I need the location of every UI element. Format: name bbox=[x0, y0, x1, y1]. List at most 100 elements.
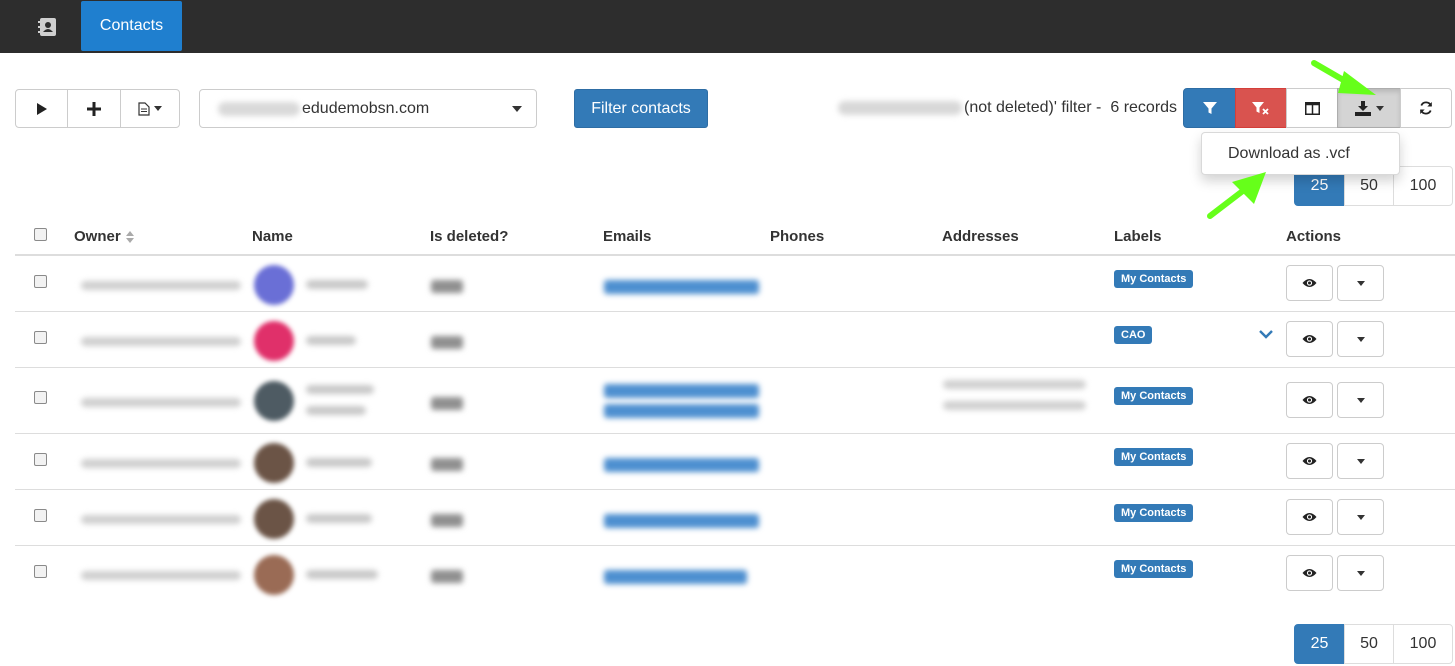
avatar bbox=[254, 499, 294, 539]
avatar bbox=[254, 381, 294, 421]
header-name: Name bbox=[252, 228, 293, 245]
blurred-deleted-badge bbox=[431, 458, 463, 471]
header-is-deleted: Is deleted? bbox=[430, 228, 509, 245]
label-badge: My Contacts bbox=[1114, 387, 1194, 405]
tab-contacts[interactable]: Contacts bbox=[81, 1, 182, 51]
refresh-icon bbox=[1420, 101, 1432, 115]
chevron-down-icon bbox=[1375, 105, 1384, 111]
blurred-deleted-badge bbox=[431, 514, 463, 527]
row-checkbox[interactable] bbox=[34, 509, 47, 522]
row-actions-menu-button[interactable] bbox=[1337, 321, 1384, 357]
row-checkbox[interactable] bbox=[34, 565, 47, 578]
apply-filter-button[interactable] bbox=[1183, 88, 1236, 128]
view-button[interactable] bbox=[1286, 555, 1333, 591]
sort-icon[interactable] bbox=[125, 231, 134, 244]
label-badge: My Contacts bbox=[1114, 270, 1194, 288]
account-value: edudemobsn.com bbox=[302, 99, 430, 117]
chevron-down-icon bbox=[154, 106, 162, 111]
page-size-100[interactable]: 100 bbox=[1393, 166, 1453, 206]
chevron-down-icon bbox=[1356, 397, 1365, 403]
view-button[interactable] bbox=[1286, 382, 1333, 418]
records-count: 6 records bbox=[1110, 99, 1178, 116]
chevron-down-icon[interactable] bbox=[1259, 330, 1273, 339]
page-size-25[interactable]: 25 bbox=[1294, 624, 1345, 664]
eye-icon bbox=[1302, 279, 1317, 287]
refresh-button[interactable] bbox=[1400, 88, 1452, 128]
label-badge: My Contacts bbox=[1114, 448, 1194, 466]
download-icon bbox=[1354, 100, 1371, 116]
top-navbar: Contacts bbox=[0, 0, 1455, 53]
chevron-down-icon bbox=[1356, 336, 1365, 342]
blurred-name bbox=[306, 570, 378, 579]
blurred-deleted-badge bbox=[431, 397, 463, 410]
blurred-deleted-badge bbox=[431, 280, 463, 293]
eye-icon bbox=[1302, 513, 1317, 521]
header-labels: Labels bbox=[1114, 228, 1162, 245]
blurred-email bbox=[604, 404, 759, 418]
blurred-deleted-badge bbox=[431, 570, 463, 583]
add-button[interactable] bbox=[67, 90, 120, 127]
blurred-name bbox=[306, 336, 356, 345]
header-addresses: Addresses bbox=[942, 228, 1019, 245]
blurred-email bbox=[604, 384, 759, 398]
blurred-deleted-badge bbox=[431, 336, 463, 349]
page-size-50[interactable]: 50 bbox=[1344, 624, 1394, 664]
eye-icon bbox=[1302, 335, 1317, 343]
view-button[interactable] bbox=[1286, 321, 1333, 357]
blurred-name-line2 bbox=[306, 406, 366, 415]
clear-filter-button[interactable] bbox=[1235, 88, 1287, 128]
eye-icon bbox=[1302, 457, 1317, 465]
columns-icon bbox=[1304, 101, 1320, 115]
download-vcf-menu-item[interactable]: Download as .vcf bbox=[1228, 145, 1350, 163]
filter-info-text: (not deleted)' filter - bbox=[964, 99, 1102, 116]
view-button[interactable] bbox=[1286, 499, 1333, 535]
header-owner[interactable]: Owner bbox=[74, 228, 134, 245]
blurred-owner bbox=[81, 398, 241, 407]
annotation-arrow-icon bbox=[1311, 60, 1376, 95]
header-phones: Phones bbox=[770, 228, 825, 245]
select-all-checkbox[interactable] bbox=[34, 228, 47, 241]
row-checkbox[interactable] bbox=[34, 391, 47, 404]
row-actions-menu-button[interactable] bbox=[1337, 382, 1384, 418]
row-actions-menu-button[interactable] bbox=[1337, 499, 1384, 535]
row-checkbox[interactable] bbox=[34, 331, 47, 344]
blurred-name bbox=[306, 280, 368, 289]
blurred-email bbox=[604, 514, 759, 528]
blurred-email bbox=[604, 570, 747, 584]
address-book-icon[interactable] bbox=[27, 6, 69, 47]
blurred-account-prefix bbox=[218, 101, 300, 116]
blurred-name bbox=[306, 385, 374, 394]
avatar bbox=[254, 265, 294, 305]
header-actions: Actions bbox=[1286, 228, 1342, 245]
filter-icon bbox=[1202, 102, 1217, 114]
table-row: My Contacts bbox=[15, 256, 1455, 312]
label-badge: My Contacts bbox=[1114, 560, 1194, 578]
document-menu-button[interactable] bbox=[120, 90, 179, 127]
avatar bbox=[254, 443, 294, 483]
label-badge: CAO bbox=[1114, 326, 1153, 344]
label-badge: My Contacts bbox=[1114, 504, 1194, 522]
row-actions-menu-button[interactable] bbox=[1337, 265, 1384, 301]
filter-info: (not deleted)' filter - 6 records bbox=[838, 97, 1177, 119]
blurred-address-line2 bbox=[943, 401, 1086, 410]
view-button[interactable] bbox=[1286, 443, 1333, 479]
filter-contacts-button[interactable]: Filter contacts bbox=[574, 89, 708, 128]
account-select[interactable]: edudemobsn.com bbox=[199, 89, 537, 128]
page-size-100[interactable]: 100 bbox=[1393, 624, 1453, 664]
blurred-email bbox=[604, 458, 759, 472]
view-button[interactable] bbox=[1286, 265, 1333, 301]
eye-icon bbox=[1302, 569, 1317, 577]
table-row: My Contacts bbox=[15, 434, 1455, 490]
document-icon bbox=[138, 101, 150, 116]
row-checkbox[interactable] bbox=[34, 275, 47, 288]
table-row: My Contacts bbox=[15, 490, 1455, 546]
annotation-arrow-icon bbox=[1207, 172, 1266, 219]
plus-icon bbox=[87, 101, 101, 116]
table-row: My Contacts bbox=[15, 546, 1455, 602]
row-actions-menu-button[interactable] bbox=[1337, 443, 1384, 479]
chevron-down-icon bbox=[1356, 458, 1365, 464]
row-actions-menu-button[interactable] bbox=[1337, 555, 1384, 591]
chevron-down-icon bbox=[1356, 570, 1365, 576]
run-button[interactable] bbox=[16, 90, 67, 127]
row-checkbox[interactable] bbox=[34, 453, 47, 466]
